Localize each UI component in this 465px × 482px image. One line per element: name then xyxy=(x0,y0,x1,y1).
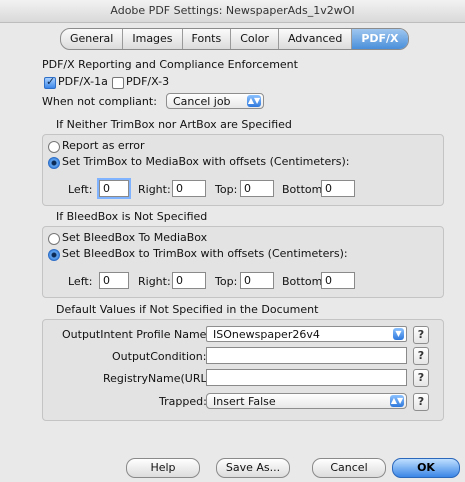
bleed-left-field[interactable]: 0 xyxy=(99,272,129,289)
trimbox-set-label: Set TrimBox to MediaBox with offsets (Ce… xyxy=(62,155,350,168)
defaults-heading: Default Values if Not Specified in the D… xyxy=(56,303,319,316)
pdfx1a-label: PDF/X-1a xyxy=(58,75,108,88)
bleed-bottom-field[interactable]: 0 xyxy=(321,272,355,289)
bleed-left-label: Left: xyxy=(68,275,93,288)
trapped-label: Trapped: xyxy=(159,395,207,408)
pdfx1a-checkbox[interactable] xyxy=(44,75,56,89)
trim-right-label: Right: xyxy=(138,183,171,196)
trapped-popup[interactable]: Insert False ▲▼ xyxy=(206,393,407,409)
tab-pdfx[interactable]: PDF/X xyxy=(352,29,408,49)
trim-bottom-label: Bottom: xyxy=(282,183,327,196)
trim-top-field[interactable]: 0 xyxy=(240,180,274,197)
registry-help-button[interactable]: ? xyxy=(413,369,429,387)
bleed-right-field[interactable]: 0 xyxy=(172,272,206,289)
tab-advanced[interactable]: Advanced xyxy=(279,29,353,49)
registry-label: RegistryName(URL): xyxy=(103,372,215,385)
bleedbox-trim-radio[interactable] xyxy=(48,249,60,261)
save-as-button[interactable]: Save As... xyxy=(216,458,290,478)
bleedbox-media-label: Set BleedBox To MediaBox xyxy=(62,231,208,244)
pdfx3-label: PDF/X-3 xyxy=(126,75,170,88)
trim-right-field[interactable]: 0 xyxy=(172,180,206,197)
output-condition-label: OutputCondition: xyxy=(112,350,207,363)
bleedbox-media-radio[interactable] xyxy=(48,233,60,245)
pdf-settings-window: Adobe PDF Settings: NewspaperAds_1v2wOI … xyxy=(0,0,465,482)
registry-field[interactable] xyxy=(206,369,407,386)
bleed-right-label: Right: xyxy=(138,275,171,288)
pdfx3-checkbox[interactable] xyxy=(112,77,124,89)
bleedbox-heading: If BleedBox is Not Specified xyxy=(56,210,208,223)
output-intent-value: ISOnewspaper26v4 xyxy=(213,328,320,341)
ok-button[interactable]: OK xyxy=(392,458,460,478)
trim-left-label: Left: xyxy=(68,183,93,196)
tab-general[interactable]: General xyxy=(61,29,124,49)
reporting-heading: PDF/X Reporting and Compliance Enforceme… xyxy=(42,58,298,71)
cancel-button[interactable]: Cancel xyxy=(312,458,386,478)
output-intent-help-button[interactable]: ? xyxy=(413,326,429,344)
tab-fonts[interactable]: Fonts xyxy=(183,29,232,49)
trim-bottom-field[interactable]: 0 xyxy=(321,180,355,197)
trapped-value: Insert False xyxy=(213,395,276,408)
updown-arrows-icon: ▲▼ xyxy=(390,395,404,407)
help-button[interactable]: Help xyxy=(126,458,200,478)
bleed-top-field[interactable]: 0 xyxy=(240,272,274,289)
noncompliant-label: When not compliant: xyxy=(42,95,157,108)
bleedbox-trim-label: Set BleedBox to TrimBox with offsets (Ce… xyxy=(62,247,348,260)
tab-color[interactable]: Color xyxy=(231,29,279,49)
trapped-help-button[interactable]: ? xyxy=(413,393,429,411)
noncompliant-popup[interactable]: Cancel job ▲▼ xyxy=(166,93,264,109)
bleed-top-label: Top: xyxy=(215,275,238,288)
output-condition-field[interactable] xyxy=(206,347,407,364)
output-condition-help-button[interactable]: ? xyxy=(413,347,429,365)
trimbox-heading: If Neither TrimBox nor ArtBox are Specif… xyxy=(56,118,292,131)
updown-arrows-icon: ▲▼ xyxy=(247,95,261,107)
trimbox-report-radio[interactable] xyxy=(48,141,60,153)
trimbox-report-label: Report as error xyxy=(62,139,145,152)
output-intent-label: OutputIntent Profile Name: xyxy=(62,328,211,341)
trimbox-set-radio[interactable] xyxy=(48,157,60,169)
chevron-down-icon: ▼ xyxy=(393,328,404,340)
output-intent-combo[interactable]: ISOnewspaper26v4 ▼ xyxy=(206,326,407,342)
trim-left-field[interactable]: 0 xyxy=(99,180,129,197)
tab-images[interactable]: Images xyxy=(123,29,183,49)
window-title: Adobe PDF Settings: NewspaperAds_1v2wOI xyxy=(0,0,465,23)
tab-bar: General Images Fonts Color Advanced PDF/… xyxy=(60,28,409,50)
trim-top-label: Top: xyxy=(215,183,238,196)
noncompliant-value: Cancel job xyxy=(173,95,231,108)
bleed-bottom-label: Bottom: xyxy=(282,275,327,288)
